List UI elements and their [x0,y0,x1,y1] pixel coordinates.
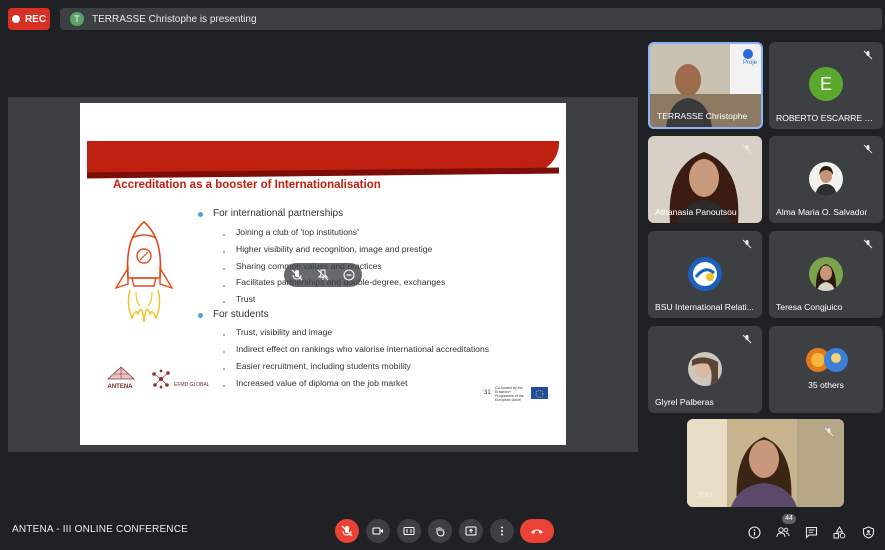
shield-icon [862,525,874,539]
camera-icon [372,527,383,535]
bullet-item: Easier recruitment, including students m… [236,361,411,371]
participant-tile[interactable]: BSU International Relati... [648,231,762,318]
eu-stars-icon [535,390,544,398]
presenting-text: TERRASSE Christophe is presenting [92,13,257,25]
participant-photo-avatar [809,162,843,196]
bullet-icon [198,313,203,318]
leave-call-button[interactable] [520,519,554,543]
mic-off-icon [740,332,754,346]
chat-button[interactable] [803,524,819,540]
mic-off-icon [861,142,875,156]
participant-photo-avatar [809,257,843,291]
info-icon [747,525,761,539]
group-avatars-icon [806,348,848,372]
people-icon [776,527,790,538]
bullet-icon [223,334,225,336]
participant-tile[interactable]: Teresa Congjuico [769,231,883,318]
bullet-icon [223,251,225,253]
bullet-icon [223,351,225,353]
bullet-icon [223,285,225,287]
host-controls-button[interactable] [860,524,876,540]
mic-off-icon [740,142,754,156]
participant-name: Teresa Congjuico [776,302,843,312]
mic-off-icon [861,237,875,251]
bullet-icon [198,212,203,217]
participant-name: Athanasia Panoutsou [655,207,737,217]
eu-funding-text: Co-funded by the Erasmus+ Programme of t… [495,386,524,402]
camera-toggle-button[interactable] [366,519,390,543]
others-tile[interactable]: 35 others [769,326,883,413]
activities-icon [833,525,845,538]
meeting-info-button[interactable] [746,524,762,540]
participant-tile[interactable]: Proje TERRASSE Christophe [648,42,763,129]
activities-button[interactable] [831,524,847,540]
antena-logo-text: ANTENA [107,384,133,390]
self-label: You [697,489,712,499]
self-view-tile[interactable]: You [687,419,844,507]
bullet-item: Indirect effect on rankings who valorise… [236,344,490,354]
participant-tile[interactable]: E ROBERTO ESCARRE UR... [769,42,883,129]
present-screen-icon [465,526,477,536]
rec-label: REC [24,13,47,25]
meeting-name: ANTENA - III ONLINE CONFERENCE [12,524,189,535]
raise-hand-button[interactable] [428,519,452,543]
slide-page-number: 31 [484,390,491,396]
hand-icon [436,527,445,537]
others-count-label: 35 others [808,380,844,390]
participant-name: BSU International Relati... [655,302,754,312]
people-count-badge: 44 [782,514,796,524]
mic-off-icon [740,237,754,251]
participant-photo-avatar [688,352,722,386]
mic-off-icon[interactable] [290,268,304,282]
participant-tile[interactable]: Athanasia Panoutsou [648,136,762,223]
bullet-item: Higher visibility and recognition, image… [236,244,433,254]
bullet-item: Trust, visibility and image [236,327,333,337]
bullet-icon [223,368,225,370]
antena-logo-icon [106,366,136,380]
bullet-icon [223,301,225,303]
participant-name: TERRASSE Christophe [657,111,748,121]
participant-name: Alma Maria O. Salvador [776,207,868,217]
presenting-banner: T TERRASSE Christophe is presenting [60,8,882,30]
bullet-icon [223,234,225,236]
captions-button[interactable] [397,519,421,543]
mic-toggle-button[interactable] [335,519,359,543]
rocket-icon [114,220,174,323]
recording-indicator: REC [8,8,50,30]
people-button[interactable] [775,524,791,540]
participant-initial-avatar: E [809,67,843,101]
efmd-logo-text: EFMD GLOBAL [174,382,210,388]
efmd-logo-icon [152,369,170,389]
chat-icon [805,526,817,539]
mic-off-icon [822,425,836,439]
slide-title: Accreditation as a booster of Internatio… [113,179,381,191]
bullet-item: Joining a club of 'top institutions' [236,227,359,237]
pin-off-icon[interactable] [316,268,330,282]
participant-tile[interactable]: Alma Maria O. Salvador [769,136,883,223]
bullet-item: Increased value of diploma on the job ma… [236,378,408,388]
section-heading: For international partnerships [213,208,344,219]
bsu-logo-avatar [688,257,722,291]
eu-flag-icon [531,387,548,399]
present-now-button[interactable] [459,519,483,543]
remove-icon[interactable] [342,268,356,282]
captions-icon [403,527,415,535]
participant-name: ROBERTO ESCARRE UR... [776,113,878,123]
more-options-button[interactable] [490,519,514,543]
presenter-avatar: T [70,12,84,26]
bullet-icon [223,268,225,270]
participant-tile[interactable]: Glyrel Palberas [648,326,762,413]
participant-name: Glyrel Palberas [655,397,714,407]
pinned-tile-controls [284,263,362,287]
participant-video-caption: Proje [743,60,758,66]
record-dot-icon [11,15,20,23]
bullet-icon [223,385,225,387]
hang-up-icon [531,529,543,534]
section-heading: For students [213,309,269,320]
bullet-item: Trust [236,294,256,304]
mic-off-icon [341,525,353,537]
mic-off-icon [861,48,875,62]
more-vert-icon [501,526,503,536]
